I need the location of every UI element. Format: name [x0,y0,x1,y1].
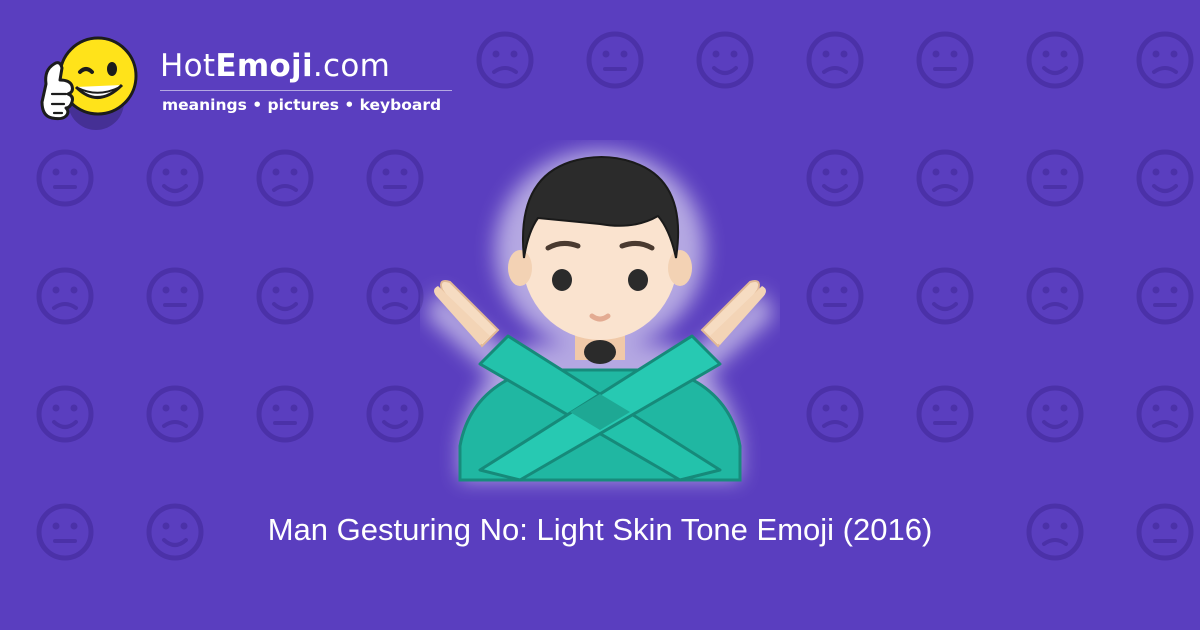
background-emoji-tile [1136,267,1194,325]
background-emoji-tile [916,385,974,443]
logo-divider [160,90,452,91]
background-emoji-tile [256,149,314,207]
background-emoji-tile [916,267,974,325]
background-emoji-tile [366,385,424,443]
logo-title: HotEmoji.com [160,48,390,84]
background-emoji-tile [366,149,424,207]
logo-tagline: meanings • pictures • keyboard [162,96,442,114]
emoji-caption: Man Gesturing No: Light Skin Tone Emoji … [267,512,933,547]
logo-title-bold: Emoji [215,48,313,84]
background-emoji-tile [36,267,94,325]
background-emoji-tile [256,267,314,325]
background-emoji-tile [1136,385,1194,443]
background-emoji-tile [146,385,204,443]
background-emoji-tile [696,31,754,89]
background-emoji-tile [1026,385,1084,443]
background-emoji-tile [1026,149,1084,207]
background-emoji-tile [146,149,204,207]
background-emoji-tile [1026,31,1084,89]
background-emoji-tile [806,149,864,207]
background-emoji-tile [806,385,864,443]
background-emoji-tile [916,31,974,89]
background-emoji-tile [1136,31,1194,89]
background-emoji-tile [916,149,974,207]
background-emoji-tile [256,385,314,443]
hotemoji-logo[interactable]: HotEmoji.com meanings • pictures • keybo… [38,32,468,132]
background-emoji-tile [36,385,94,443]
background-emoji-tile [586,31,644,89]
background-emoji-tile [806,31,864,89]
background-emoji-tile [1136,149,1194,207]
background-emoji-tile [36,149,94,207]
background-emoji-tile [366,267,424,325]
logo-title-domain: .com [312,48,391,84]
thumbs-up-winking-smiley-icon [40,36,138,130]
background-emoji-tile [146,267,204,325]
logo-title-regular: Hot [160,48,216,84]
man-gesturing-no-light-skin-tone-emoji [425,150,775,482]
background-emoji-tile [1026,267,1084,325]
background-emoji-tile [476,31,534,89]
background-emoji-tile [806,267,864,325]
